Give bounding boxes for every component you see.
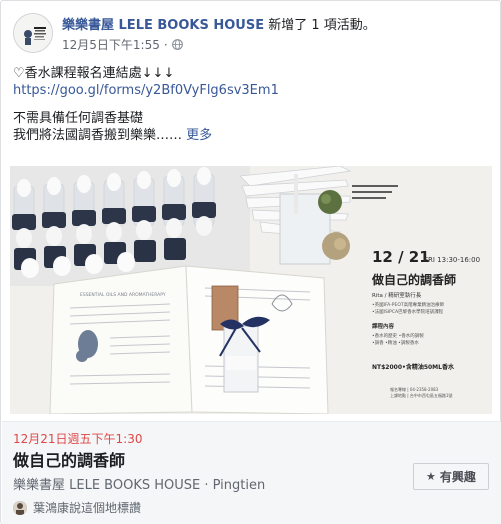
svg-text:做自己的調香師: 做自己的調香師	[371, 272, 456, 287]
author-action-text: 新增了 1 項活動。	[264, 18, 376, 33]
svg-text:•英國IFA-PEOT高階專業精油治療師: •英國IFA-PEOT高階專業精油治療師	[372, 301, 445, 308]
svg-text:•法國ISIPCA巴黎香水學院培訓課程: •法國ISIPCA巴黎香水學院培訓課程	[372, 308, 444, 315]
svg-text:•香水的歷史 •香水的調製: •香水的歷史 •香水的調製	[372, 332, 424, 339]
svg-text:NT$2000•含精油50ML香水: NT$2000•含精油50ML香水	[372, 363, 455, 371]
post-timestamp[interactable]: 12月5日下午1:55	[62, 36, 160, 53]
event-title[interactable]: 做自己的調香師	[13, 447, 125, 471]
svg-text:Rita / 精研室執行長: Rita / 精研室執行長	[372, 291, 422, 299]
post-card: 樂樂書屋 LELE BOOKS HOUSE 新增了 1 項活動。 12月5日下午…	[0, 0, 501, 524]
post-text-line: 我們將法國調香搬到樂樂……	[13, 128, 183, 143]
interested-button[interactable]: ★ 有興趣	[413, 463, 489, 490]
svg-text:ESSENTIAL OILS AND AROMATHERAP: ESSENTIAL OILS AND AROMATHERAPY	[80, 292, 166, 298]
event-date: 12月21日週五下午1:30	[13, 432, 143, 446]
post-link[interactable]: https://goo.gl/forms/y2Bf0VyFlg6sv3Em1	[13, 82, 488, 99]
friend-activity: 葉鴻康說這個地標讚	[13, 499, 141, 516]
post-body: ♡香水課程報名連結處↓↓↓ https://goo.gl/forms/y2Bf0…	[13, 65, 488, 144]
interested-button-label: 有興趣	[439, 470, 476, 484]
post-text-line: ♡香水課程報名連結處↓↓↓	[13, 66, 175, 81]
friend-activity-text: 葉鴻康說這個地標讚	[33, 501, 142, 515]
author-name-link[interactable]: 樂樂書屋 LELE BOOKS HOUSE	[62, 18, 264, 33]
see-more-link[interactable]: 更多	[182, 128, 212, 143]
open-book-illustration: ESSENTIAL OILS AND AROMATHERAPY	[49, 265, 329, 414]
svg-text:FRI 13:30-16:00: FRI 13:30-16:00	[424, 256, 480, 264]
post-header: 樂樂書屋 LELE BOOKS HOUSE 新增了 1 項活動。 12月5日下午…	[13, 13, 488, 57]
star-icon: ★	[426, 470, 436, 483]
event-cover-image[interactable]: ESSENTIAL OILS AND AROMATHERAPY 12 / 21 …	[10, 166, 492, 414]
svg-text:報名專線 | 04-2358-2083: 報名專線 | 04-2358-2083	[390, 386, 439, 392]
svg-text:•調香 •精油 •調製香水: •調香 •精油 •調製香水	[372, 339, 419, 346]
author-line: 樂樂書屋 LELE BOOKS HOUSE 新增了 1 項活動。	[62, 14, 376, 33]
friend-avatar[interactable]	[13, 500, 27, 515]
globe-icon[interactable]	[171, 39, 183, 50]
event-host: 樂樂書屋 LELE BOOKS HOUSE · Pingtien	[13, 478, 266, 493]
meta-separator: ·	[163, 37, 168, 52]
event-attachment[interactable]: 12月21日週五下午1:30 做自己的調香師 樂樂書屋 LELE BOOKS H…	[2, 421, 501, 524]
svg-text:上課地點 | 台中市西屯區五福路1號: 上課地點 | 台中市西屯區五福路1號	[390, 392, 452, 398]
svg-text:12 / 21: 12 / 21	[372, 248, 430, 266]
page-avatar[interactable]	[13, 13, 53, 53]
svg-text:課程內容: 課程內容	[372, 322, 395, 330]
post-meta: 12月5日下午1:55 ·	[62, 36, 183, 53]
post-text-line: 不需具備任何調香基礎	[13, 111, 144, 126]
